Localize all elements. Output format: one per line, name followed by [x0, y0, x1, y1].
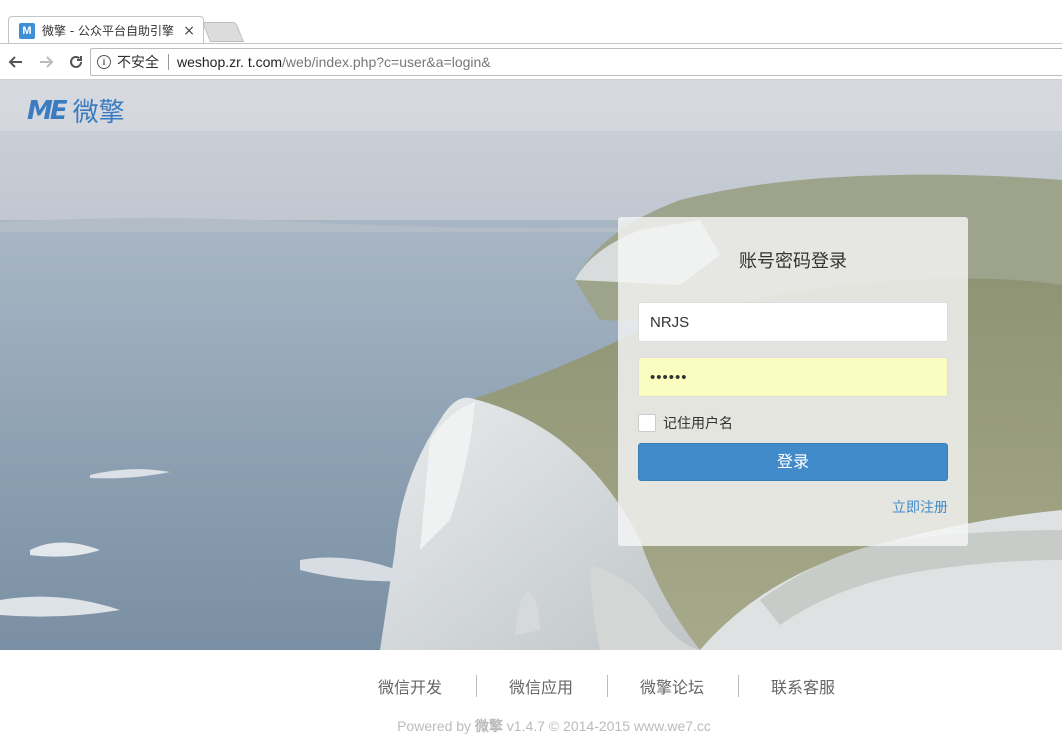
- tab-title: 微擎 - 公众平台自助引擎: [42, 24, 174, 38]
- browser-tab[interactable]: M 微擎 - 公众平台自助引擎 ×: [8, 16, 204, 44]
- site-favicon-icon: M: [19, 22, 35, 39]
- footer-link-forum[interactable]: 微擎论坛: [608, 674, 738, 698]
- new-tab-button[interactable]: [201, 22, 245, 42]
- logo-mark: ME: [27, 95, 68, 126]
- login-panel: 账号密码登录 记住用户名 登录 立即注册: [618, 217, 968, 546]
- address-bar[interactable]: i 不安全 weshop.zr. t.com/web/index.php?c=u…: [90, 48, 1062, 76]
- site-header: [0, 80, 1062, 131]
- url-host: weshop.zr. t.com: [177, 54, 283, 70]
- remember-checkbox[interactable]: [638, 414, 656, 432]
- copyright-text: Powered by 微擎 v1.4.7 © 2014-2015 www.we7…: [0, 716, 1062, 736]
- arrow-right-icon: [40, 55, 54, 68]
- address-separator: [168, 54, 169, 70]
- site-logo[interactable]: ME 微擎: [27, 92, 125, 129]
- forward-button[interactable]: [32, 48, 60, 76]
- url-text[interactable]: weshop.zr. t.com/web/index.php?c=user&a=…: [177, 54, 491, 70]
- powered-prefix: Powered by: [397, 718, 475, 734]
- tab-close-icon[interactable]: ×: [183, 24, 195, 38]
- footer-link-support[interactable]: 联系客服: [739, 674, 869, 698]
- browser-tabstrip: M 微擎 - 公众平台自助引擎 ×: [0, 0, 1062, 44]
- password-input[interactable]: [638, 357, 948, 397]
- back-button[interactable]: [2, 48, 30, 76]
- footer-links: 微信开发 微信应用 微擎论坛 联系客服: [346, 674, 869, 698]
- security-label[interactable]: 不安全: [117, 52, 159, 72]
- powered-brand: 微擎: [474, 718, 503, 734]
- page: ME 微擎 账号密码登录 记住用户名 登录 立即注册 微信开发 微信应用 微擎论…: [0, 80, 1062, 744]
- footer-link-wechat-apps[interactable]: 微信应用: [477, 674, 607, 698]
- login-button[interactable]: 登录: [638, 443, 948, 481]
- footer-link-wechat-dev[interactable]: 微信开发: [346, 674, 476, 698]
- remember-label[interactable]: 记住用户名: [663, 413, 733, 433]
- arrow-left-icon: [8, 55, 22, 68]
- hero-background: ME 微擎 账号密码登录 记住用户名 登录 立即注册: [0, 80, 1062, 650]
- register-link[interactable]: 立即注册: [892, 497, 948, 517]
- browser-toolbar: i 不安全 weshop.zr. t.com/web/index.php?c=u…: [0, 44, 1062, 80]
- info-icon[interactable]: i: [97, 55, 111, 69]
- username-input[interactable]: [638, 302, 948, 342]
- login-title: 账号密码登录: [739, 251, 847, 272]
- reload-icon: [70, 55, 82, 68]
- logo-text: 微擎: [72, 98, 125, 128]
- reload-button[interactable]: [62, 48, 90, 76]
- url-path: /web/index.php?c=user&a=login&: [282, 54, 491, 70]
- powered-suffix: v1.4.7 © 2014-2015 www.we7.cc: [502, 718, 711, 734]
- remember-username[interactable]: 记住用户名: [638, 413, 733, 433]
